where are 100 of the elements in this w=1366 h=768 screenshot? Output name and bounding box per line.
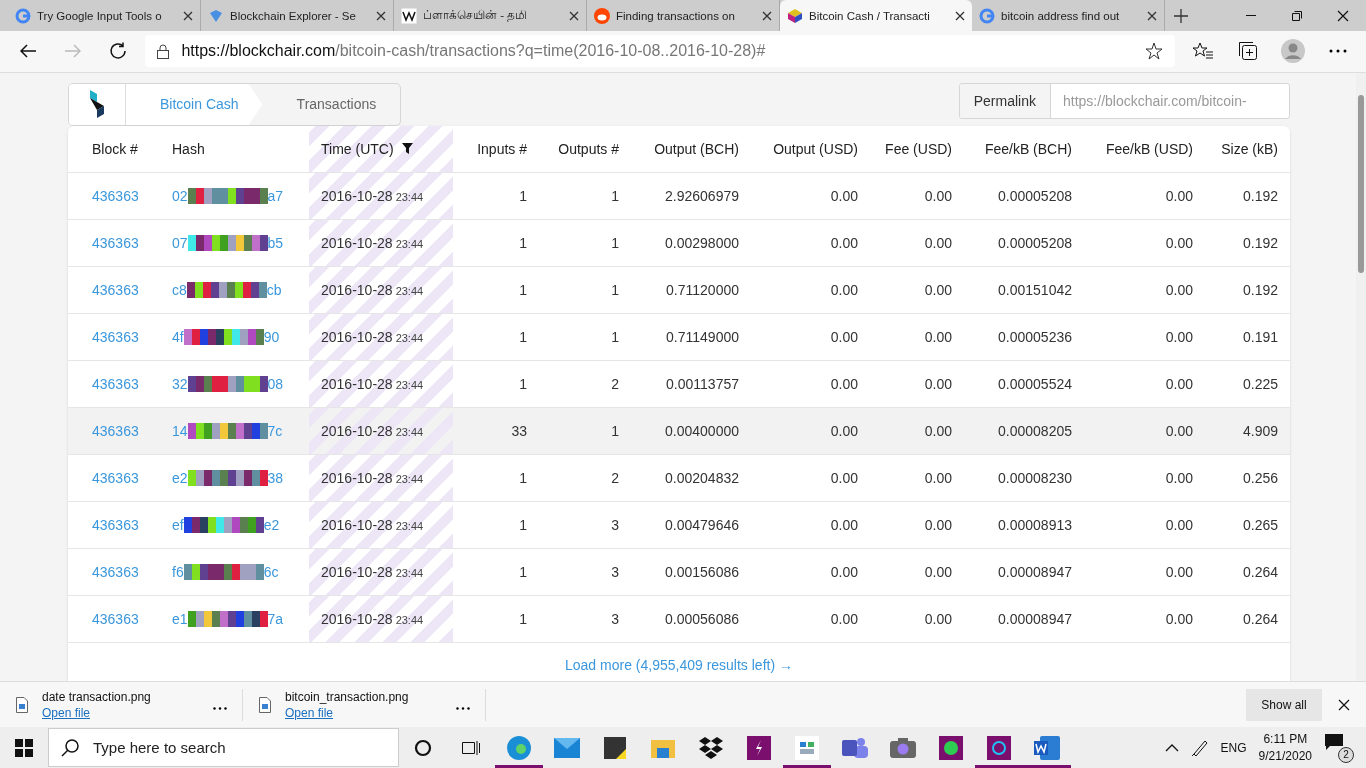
download-filename: date transaction.png <box>42 689 152 704</box>
table-cell: 0.00008947 <box>998 563 1072 580</box>
show-all-button[interactable]: Show all <box>1246 688 1322 721</box>
image-file-icon <box>259 696 271 713</box>
column-header[interactable]: Output (USD) <box>773 140 858 157</box>
table-cell: 1 <box>519 469 527 486</box>
more-icon <box>456 706 470 710</box>
table-cell: 0.00008913 <box>998 516 1072 533</box>
table-cell: 1 <box>519 610 527 627</box>
restore-icon <box>1292 10 1302 21</box>
table-cell: 0.00005236 <box>998 328 1072 345</box>
column-header[interactable]: Output (BCH) <box>654 140 739 157</box>
search-icon <box>61 738 79 757</box>
open-file-link[interactable]: Open file <box>285 705 437 720</box>
table-cell: 0.00 <box>924 563 952 580</box>
star-icon <box>1145 42 1164 61</box>
table-cell: 0.00 <box>924 234 952 251</box>
table-cell: 3 <box>611 563 619 580</box>
table-cell: 0.265 <box>1242 516 1278 533</box>
table-cell: 0.00 <box>830 516 858 533</box>
notification-count: 2 <box>1338 746 1354 763</box>
table-cell: 0.00 <box>924 187 952 204</box>
table-cell: 0.264 <box>1242 563 1278 580</box>
windows-icon <box>15 738 33 757</box>
table-cell: 1 <box>519 516 527 533</box>
table-cell: 0.264 <box>1242 610 1278 627</box>
table-cell: 1 <box>611 234 619 251</box>
url-text: https://blockchair.com/bitcoin-cash/transactions?q=time(2016-10-08..2016-10-28)# <box>181 42 767 61</box>
browser-tab[interactable]: Bitcoin Cash / Transacti <box>780 0 972 31</box>
table-cell: 0.00 <box>924 375 952 392</box>
circle-icon <box>414 738 432 757</box>
language-indicator[interactable]: ENG <box>1220 740 1247 755</box>
table-cell: 0.00 <box>1165 422 1193 439</box>
table-cell: 0.00113757 <box>666 375 739 392</box>
column-header[interactable]: Size (kB) <box>1221 140 1278 157</box>
table-cell: 1 <box>519 375 527 392</box>
table-cell: 2 <box>611 469 619 486</box>
table-cell: 0.00 <box>830 328 858 345</box>
table-cell: 0.00 <box>924 469 952 486</box>
table-cell: 0.00 <box>924 610 952 627</box>
table-cell: 0.00 <box>1165 469 1193 486</box>
table-cell: 0.00479646 <box>665 516 739 533</box>
bolt-icon <box>747 735 771 760</box>
taskbar-search-field[interactable]: Type here to search <box>48 728 399 767</box>
chevron-up-icon <box>1164 743 1179 752</box>
clock-time[interactable]: 6:11 PM <box>1263 732 1308 746</box>
table-cell: 0.71120000 <box>666 281 739 298</box>
notification-button[interactable]: 2 <box>1324 732 1354 763</box>
clock-date[interactable]: 9/21/2020 <box>1258 749 1312 763</box>
column-header[interactable]: Inputs # <box>477 140 527 157</box>
word-icon <box>1034 735 1060 760</box>
time-cell: 2016-10-28 23:44 <box>321 422 424 439</box>
message-icon <box>1324 732 1344 751</box>
table-cell: 0.00056086 <box>665 610 739 627</box>
column-header[interactable]: Block # <box>92 140 138 157</box>
document-icon <box>795 735 819 760</box>
scrollbar-thumb[interactable] <box>1358 94 1364 273</box>
time-cell: 2016-10-28 23:44 <box>321 281 424 298</box>
table-cell: 0.00 <box>830 234 858 251</box>
column-header[interactable]: Outputs # <box>558 140 619 157</box>
table-cell: 1 <box>611 422 619 439</box>
column-header[interactable]: Time (UTC) <box>321 140 394 157</box>
filter-icon <box>401 143 413 155</box>
table-cell: 0.00 <box>924 422 952 439</box>
close-icon <box>955 10 965 21</box>
table-cell: 0.00 <box>830 422 858 439</box>
logo-icon <box>88 90 106 119</box>
table-cell: 0.00298000 <box>665 234 739 251</box>
table-cell: 0.00 <box>1165 563 1193 580</box>
lock-icon <box>157 43 170 59</box>
table-cell: 2.92606979 <box>665 187 739 204</box>
table-cell: 0.00 <box>830 375 858 392</box>
download-filename: bitcoin_transaction.png <box>285 689 410 704</box>
column-header[interactable]: Fee/kB (USD) <box>1105 140 1193 157</box>
site-logo[interactable] <box>69 83 126 125</box>
column-header[interactable]: Hash <box>172 140 205 157</box>
table-cell: 0.00 <box>1165 516 1193 533</box>
minimize-icon <box>1246 14 1256 17</box>
scrollbar[interactable] <box>1356 72 1366 682</box>
teams-icon <box>842 735 868 760</box>
open-file-link[interactable]: Open file <box>42 705 194 720</box>
table-cell: 33 <box>511 422 527 439</box>
table-cell: 1 <box>611 187 619 204</box>
time-cell: 2016-10-28 23:44 <box>321 375 424 392</box>
time-cell: 2016-10-28 23:44 <box>321 610 424 627</box>
table-cell: 0.00 <box>1165 375 1193 392</box>
close-icon <box>1337 9 1349 22</box>
table-cell: 1 <box>519 281 527 298</box>
image-file-icon <box>16 696 28 713</box>
table-cell: 0.00 <box>1165 610 1193 627</box>
column-header[interactable]: Fee (USD) <box>885 140 952 157</box>
more-icon <box>213 706 227 710</box>
address-bar[interactable]: https://blockchair.com/bitcoin-cash/transactions?q=time(2016-10-08..2016-10-28)# <box>145 35 1176 68</box>
pen-icon <box>1190 738 1209 757</box>
close-icon <box>569 10 579 21</box>
time-cell: 2016-10-28 23:44 <box>321 328 424 345</box>
table-cell: 0.00008205 <box>998 422 1072 439</box>
table-cell: 1 <box>519 187 527 204</box>
column-header[interactable]: Fee/kB (BCH) <box>984 140 1072 157</box>
time-cell: 2016-10-28 23:44 <box>321 516 424 533</box>
